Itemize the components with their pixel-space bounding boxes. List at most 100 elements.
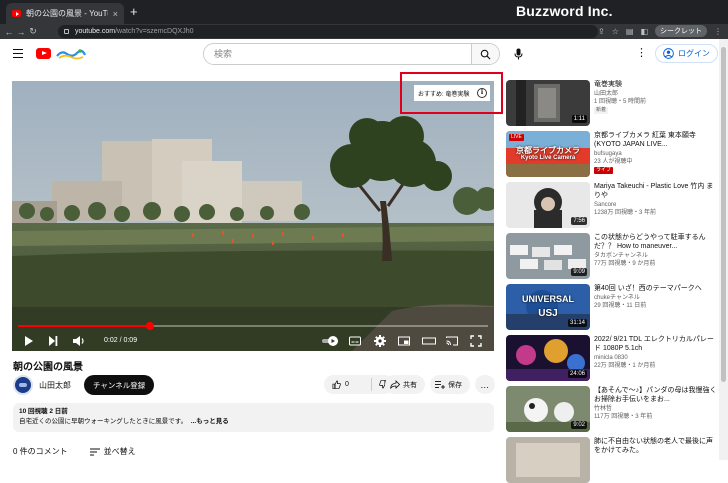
related-video-title[interactable]: 肺に不自由ない状態の老人で最後に声をかけてみた。	[594, 437, 719, 455]
related-video-card[interactable]: 7:56 Mariya Takeuchi - Plastic Love 竹内 まり…	[506, 182, 719, 228]
related-video-title[interactable]: 竜巻実験	[594, 80, 719, 89]
description-box[interactable]: 10 回視聴 2 日前 自宅近くの公園に早朝ウォーキングしたときに風景です。 .…	[13, 403, 494, 432]
related-video-channel[interactable]: bufsugaya	[594, 150, 719, 158]
video-thumbnail[interactable]: 24:06	[506, 335, 590, 381]
settings-gear-icon[interactable]	[374, 335, 386, 347]
tab-close-icon[interactable]: ×	[113, 9, 118, 19]
progress-bar[interactable]	[18, 322, 488, 330]
add-playlist-icon	[435, 381, 445, 389]
video-thumbnail[interactable]	[506, 437, 590, 483]
video-duration: 7:56	[571, 217, 587, 225]
new-tab-button[interactable]: +	[130, 4, 138, 19]
channel-row: 山田太郎 チャンネル登録 0 共有 保存 …	[13, 374, 497, 396]
share-page-icon[interactable]: ⇪	[598, 27, 605, 36]
tab-title: 朝の公園の風景 - YouTube	[26, 9, 108, 18]
related-video-card[interactable]: 京都ライブカメラ Kyoto Live Camera LIVE 京都ライブカメラ 紅葉…	[506, 131, 719, 177]
search-icon	[480, 49, 491, 59]
related-video-meta: 22万 回視聴・1 か月前	[594, 363, 656, 369]
sidepanel-icon[interactable]: ◧	[640, 27, 648, 36]
account-icon	[663, 48, 674, 59]
voice-search-button[interactable]	[510, 46, 526, 62]
settings-more-icon[interactable]: ⋮	[636, 47, 647, 59]
youtube-logo-icon[interactable]	[36, 48, 51, 59]
video-thumbnail[interactable]: 京都ライブカメラ Kyoto Live Camera LIVE	[506, 131, 590, 177]
related-video-title[interactable]: 2022/ 9/21 TDL エレクトリカルパレード 1080P 5.1ch	[594, 335, 719, 353]
related-video-title[interactable]: この状態からどうやって駐車するんだ？？ How to maneuver...	[594, 233, 719, 251]
scrollbar[interactable]	[719, 39, 728, 460]
video-info: 竜巻実験 山田太郎 1 回視聴・5 時間前 新着	[594, 80, 719, 114]
youtube-header: ⋮ ログイン	[0, 39, 728, 71]
thumb-overlay-title: UNIVERSAL	[521, 294, 574, 304]
autoplay-toggle-icon[interactable]	[321, 335, 339, 347]
search-button[interactable]	[471, 44, 499, 64]
related-video-card[interactable]: 24:06 2022/ 9/21 TDL エレクトリカルパレード 1080P 5.…	[506, 335, 719, 381]
chrome-menu-icon[interactable]: ⋮	[714, 27, 722, 36]
sort-icon	[89, 448, 100, 455]
more-actions-button[interactable]: …	[475, 375, 495, 394]
related-video-card[interactable]: 9:02 【あそんで〜♪】パンダの母は我慢強く お掃除お手伝いをまお... 竹林哲 1…	[506, 386, 719, 432]
share-button[interactable]: 共有	[385, 375, 425, 394]
extensions-icon[interactable]: ▤	[626, 27, 634, 36]
thumbs-up-icon	[332, 380, 341, 389]
related-video-title[interactable]: 第40回 いざ！西のテーマパークへ	[594, 284, 719, 293]
channel-name[interactable]: 山田太郎	[39, 380, 71, 391]
browser-tab[interactable]: 朝の公園の風景 - YouTube ×	[6, 3, 124, 24]
video-player[interactable]: 0:02 / 0:09	[12, 81, 494, 351]
like-button[interactable]: 0	[324, 378, 372, 391]
related-video-card[interactable]: 1:11 竜巻実験 山田太郎 1 回視聴・5 時間前 新着	[506, 80, 719, 126]
new-badge: 新着	[594, 107, 609, 114]
related-video-card[interactable]: UNIVERSAL USJ 31:14 第40回 いざ！西のテーマパークへ chukeチ…	[506, 284, 719, 330]
save-button[interactable]: 保存	[430, 375, 470, 394]
related-video-channel[interactable]: minicla 0830	[594, 354, 719, 362]
related-video-card[interactable]: 肺に不自由ない状態の老人で最後に声をかけてみた。	[506, 437, 719, 483]
progress-scrubber[interactable]	[145, 322, 154, 330]
next-icon[interactable]	[48, 335, 58, 347]
video-info: 肺に不自由ない状態の老人で最後に声をかけてみた。	[594, 437, 719, 456]
share-label: 共有	[403, 381, 417, 389]
doodle-logo-icon[interactable]	[56, 48, 86, 60]
browser-tab-strip: 朝の公園の風景 - YouTube × + Buzzword Inc.	[0, 0, 728, 24]
cast-icon[interactable]	[446, 335, 458, 347]
video-thumbnail[interactable]: UNIVERSAL USJ 31:14	[506, 284, 590, 330]
related-video-card[interactable]: 9:09 この状態からどうやって駐車するんだ？？ How to maneuver.…	[506, 233, 719, 279]
video-info: 2022/ 9/21 TDL エレクトリカルパレード 1080P 5.1ch mi…	[594, 335, 719, 370]
related-video-channel[interactable]: chukeチャンネル	[594, 294, 719, 302]
time-display: 0:02 / 0:09	[104, 337, 138, 344]
video-thumbnail[interactable]: 7:56	[506, 182, 590, 228]
related-video-title[interactable]: 京都ライブカメラ 紅葉 東本願寺 (KYOTO JAPAN LIVE...	[594, 131, 719, 149]
fullscreen-icon[interactable]	[470, 335, 482, 347]
subtitles-icon[interactable]	[349, 335, 361, 347]
hamburger-menu-icon[interactable]	[13, 49, 23, 60]
back-icon[interactable]: ←	[3, 27, 15, 37]
video-thumbnail[interactable]: 9:02	[506, 386, 590, 432]
miniplayer-icon[interactable]	[398, 335, 410, 347]
search-input[interactable]	[204, 44, 471, 64]
scrollbar-thumb[interactable]	[721, 47, 726, 382]
video-info: 【あそんで〜♪】パンダの母は我慢強く お掃除お手伝いをまお... 竹林哲 117万 …	[594, 386, 719, 421]
subscribe-button[interactable]: チャンネル登録	[84, 375, 155, 395]
related-video-channel[interactable]: 山田太郎	[594, 90, 719, 98]
reload-icon[interactable]: ↻	[27, 26, 39, 37]
bookmark-star-icon[interactable]: ☆	[612, 27, 619, 36]
related-video-channel[interactable]: Sancore	[594, 201, 719, 209]
forward-icon[interactable]: →	[15, 27, 27, 37]
related-video-title[interactable]: 【あそんで〜♪】パンダの母は我慢強く お掃除お手伝いをまお...	[594, 386, 719, 404]
sort-comments-button[interactable]: 並べ替え	[89, 446, 136, 457]
incognito-badge[interactable]: シークレット	[655, 25, 707, 37]
related-video-channel[interactable]: タカボンチャンネル	[594, 252, 719, 260]
theater-mode-icon[interactable]	[422, 335, 436, 347]
show-more-link[interactable]: ...もっと見る	[191, 418, 229, 425]
play-icon[interactable]	[24, 335, 34, 347]
video-thumbnail[interactable]: 1:11	[506, 80, 590, 126]
video-duration: 24:06	[567, 370, 587, 378]
related-video-channel[interactable]: 竹林哲	[594, 405, 719, 413]
address-bar[interactable]: youtube.com/watch?v=szemcDQXJh0	[58, 25, 598, 38]
related-video-title[interactable]: Mariya Takeuchi - Plastic Love 竹内 まりや	[594, 182, 719, 200]
description-body: 自宅近くの公園に早朝ウォーキングしたときに風景です。	[19, 418, 188, 425]
save-label: 保存	[448, 381, 462, 389]
login-button[interactable]: ログイン	[655, 44, 718, 63]
sort-label: 並べ替え	[103, 447, 136, 456]
channel-avatar[interactable]	[13, 375, 33, 395]
volume-icon[interactable]	[72, 335, 86, 347]
video-thumbnail[interactable]: 9:09	[506, 233, 590, 279]
